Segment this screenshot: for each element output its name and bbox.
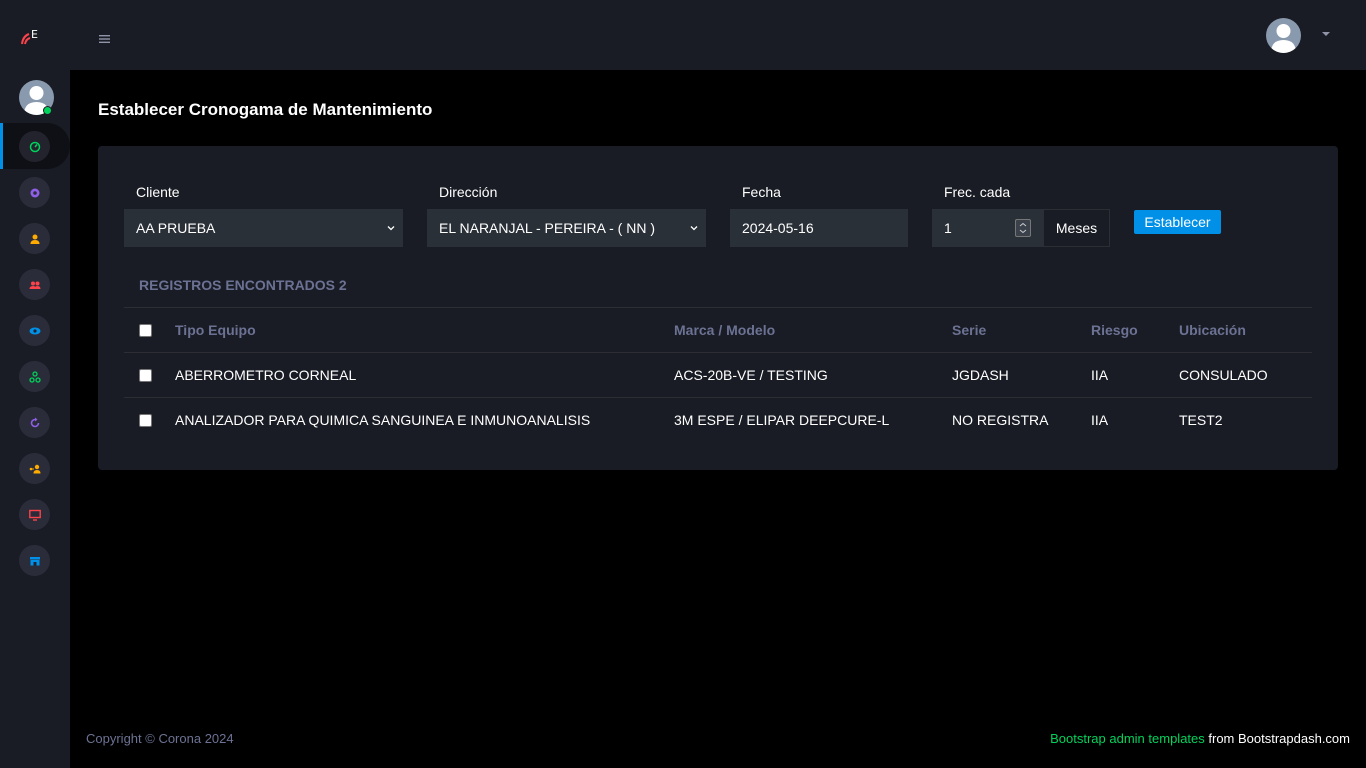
cell-tipo-equipo: ABERROMETRO CORNEAL: [175, 352, 674, 398]
fecha-value: 2024-05-16: [742, 220, 814, 236]
number-spinner[interactable]: [1015, 219, 1031, 237]
sidebar-item-user[interactable]: [19, 223, 50, 254]
row-checkbox[interactable]: [139, 368, 152, 382]
topbar: [70, 0, 1366, 70]
footer-copyright: Copyright © Corona 2024: [86, 731, 234, 746]
fecha-input[interactable]: 2024-05-16: [730, 209, 908, 247]
cell-riesgo: IIA: [1091, 352, 1179, 398]
cliente-label: Cliente: [136, 184, 180, 200]
sidebar: E: [0, 0, 70, 768]
sidebar-item-monitor[interactable]: [19, 499, 50, 530]
records-count: REGISTROS ENCONTRADOS 2: [139, 277, 347, 293]
chevron-down-icon: [690, 226, 698, 231]
sidebar-item-users[interactable]: [19, 269, 50, 300]
cell-serie: NO REGISTRA: [952, 397, 1091, 443]
footer-credit: Bootstrap admin templates from Bootstrap…: [1050, 731, 1350, 746]
table-row: ANALIZADOR PARA QUIMICA SANGUINEA E INMU…: [124, 397, 1312, 443]
page-title: Establecer Cronogama de Mantenimiento: [98, 100, 433, 119]
table-header-row: Tipo Equipo Marca / Modelo Serie Riesgo …: [124, 307, 1312, 353]
sidebar-item-dashboard[interactable]: [19, 131, 50, 162]
sidebar-item-refresh[interactable]: [19, 407, 50, 438]
sidebar-item-network[interactable]: [19, 361, 50, 392]
hamburger-icon[interactable]: [99, 30, 110, 43]
table-row: ABERROMETRO CORNEAL ACS-20B-VE / TESTING…: [124, 352, 1312, 398]
gear-icon: [30, 188, 39, 197]
user-icon: [30, 234, 39, 244]
sidebar-item-settings[interactable]: [19, 177, 50, 208]
frecuencia-label: Frec. cada: [944, 184, 1011, 200]
cell-ubicacion: TEST2: [1179, 397, 1312, 443]
direccion-label: Dirección: [439, 184, 498, 200]
cell-marca-modelo: ACS-20B-VE / TESTING: [674, 352, 952, 398]
equipment-table: Tipo Equipo Marca / Modelo Serie Riesgo …: [124, 307, 1312, 443]
frecuencia-value: 1: [944, 220, 952, 236]
monitor-icon: [28, 509, 41, 521]
chevron-down-icon: [387, 226, 395, 231]
cliente-select[interactable]: AA PRUEBA: [124, 209, 403, 247]
nav-active-indicator: [0, 123, 3, 169]
header-marca-modelo: Marca / Modelo: [674, 307, 952, 353]
frecuencia-unit: Meses: [1043, 209, 1110, 247]
refresh-icon: [30, 417, 39, 427]
cell-marca-modelo: 3M ESPE / ELIPAR DEEPCURE-L: [674, 397, 952, 443]
cliente-value: AA PRUEBA: [136, 220, 216, 236]
logo-icon[interactable]: E: [20, 26, 44, 46]
sidebar-item-user-key[interactable]: [19, 453, 50, 484]
footer-suffix: from Bootstrapdash.com: [1204, 731, 1350, 746]
caret-down-icon[interactable]: [1322, 32, 1330, 36]
cell-ubicacion: CONSULADO: [1179, 352, 1312, 398]
network-icon: [28, 370, 41, 383]
fecha-label: Fecha: [742, 184, 781, 200]
header-ubicacion: Ubicación: [1179, 307, 1312, 353]
schedule-card: Cliente AA PRUEBA Dirección EL NARANJAL …: [98, 146, 1338, 470]
row-checkbox[interactable]: [139, 413, 152, 427]
logo-letter: E: [31, 28, 38, 41]
online-status-dot: [43, 106, 52, 115]
user-key-icon: [29, 464, 40, 473]
header-serie: Serie: [952, 307, 1091, 353]
cell-tipo-equipo: ANALIZADOR PARA QUIMICA SANGUINEA E INMU…: [175, 397, 674, 443]
frecuencia-input[interactable]: 1: [932, 209, 1044, 247]
cell-serie: JGDASH: [952, 352, 1091, 398]
user-avatar[interactable]: [1266, 18, 1301, 53]
speedometer-icon: [29, 141, 40, 152]
users-icon: [29, 281, 40, 289]
sidebar-item-store[interactable]: [19, 545, 50, 576]
store-icon: [29, 556, 40, 565]
footer-link[interactable]: Bootstrap admin templates: [1050, 731, 1205, 746]
establecer-button[interactable]: Establecer: [1134, 210, 1221, 234]
header-tipo-equipo: Tipo Equipo: [175, 307, 674, 353]
header-riesgo: Riesgo: [1091, 307, 1179, 353]
direccion-select[interactable]: EL NARANJAL - PEREIRA - ( NN ): [427, 209, 706, 247]
sidebar-item-view[interactable]: [19, 315, 50, 346]
direccion-value: EL NARANJAL - PEREIRA - ( NN ): [439, 220, 656, 236]
eye-icon: [29, 327, 40, 334]
cell-riesgo: IIA: [1091, 397, 1179, 443]
select-all-checkbox[interactable]: [139, 323, 152, 337]
